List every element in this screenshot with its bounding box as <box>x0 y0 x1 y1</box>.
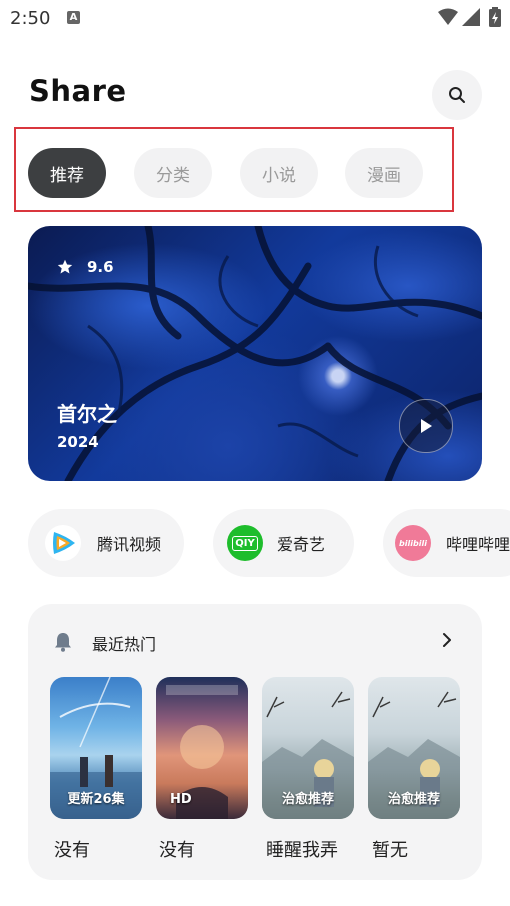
page-title: Share <box>29 74 127 108</box>
tab-comic[interactable]: 漫画 <box>345 148 423 198</box>
bilibili-logo-icon: bilibili <box>395 525 431 561</box>
platform-label: 哔哩哔哩 <box>446 535 510 554</box>
search-button[interactable] <box>432 70 482 120</box>
poster-title: 没有 <box>159 840 195 861</box>
hero-rating: 9.6 <box>57 258 114 276</box>
chevron-right-icon[interactable] <box>440 632 454 648</box>
tab-recommend[interactable]: 推荐 <box>28 148 106 198</box>
iqiyi-logo-text: QIY <box>232 535 258 551</box>
iqiyi-logo-icon: QIY <box>227 525 263 561</box>
hero-year: 2024 <box>57 433 99 451</box>
platform-label: 爱奇艺 <box>277 535 326 554</box>
panel-title: 最近热门 <box>92 635 157 654</box>
play-icon <box>421 419 432 433</box>
tencent-video-logo-icon <box>45 525 81 561</box>
signal-icon <box>462 8 480 26</box>
notification-a-icon: A <box>67 11 80 24</box>
play-button[interactable] <box>399 399 453 453</box>
battery-icon <box>489 7 501 27</box>
status-bar: 2:50 A <box>0 0 510 36</box>
search-icon <box>449 87 465 103</box>
poster-title: 没有 <box>54 840 90 861</box>
bell-icon <box>55 633 71 652</box>
poster-card[interactable]: 治愈推荐 <box>368 677 460 819</box>
poster-title: 暂无 <box>372 840 408 861</box>
platform-label: 腾讯视频 <box>97 535 162 554</box>
tab-category[interactable]: 分类 <box>134 148 212 198</box>
star-icon <box>57 259 73 274</box>
poster-card[interactable]: 治愈推荐 <box>262 677 354 819</box>
hero-banner[interactable]: 9.6 首尔之 2024 <box>28 226 482 481</box>
platform-tencent-video[interactable]: 腾讯视频 <box>28 509 184 577</box>
poster-title: 睡醒我弄 <box>266 840 338 861</box>
poster-badge: 治愈推荐 <box>387 792 440 807</box>
poster-badge: HD <box>170 792 192 807</box>
platform-iqiyi[interactable]: QIY 爱奇艺 <box>213 509 354 577</box>
poster-card[interactable]: 更新26集 <box>50 677 142 819</box>
bilibili-logo-text: bilibili <box>399 538 427 548</box>
hero-title: 首尔之 <box>57 402 117 426</box>
clock: 2:50 <box>10 8 51 29</box>
platform-bilibili[interactable]: bilibili 哔哩哔哩 <box>383 509 510 577</box>
poster-card[interactable]: HD <box>156 677 248 819</box>
rating-value: 9.6 <box>87 258 114 276</box>
wifi-icon <box>438 8 458 25</box>
recent-hot-panel: 最近热门 更新26集 HD 治愈推荐 治愈推荐 没有 没有 睡醒我弄 暂无 <box>28 604 482 880</box>
poster-badge: 治愈推荐 <box>281 792 334 807</box>
poster-badge: 更新26集 <box>67 792 125 807</box>
tab-novel[interactable]: 小说 <box>240 148 318 198</box>
